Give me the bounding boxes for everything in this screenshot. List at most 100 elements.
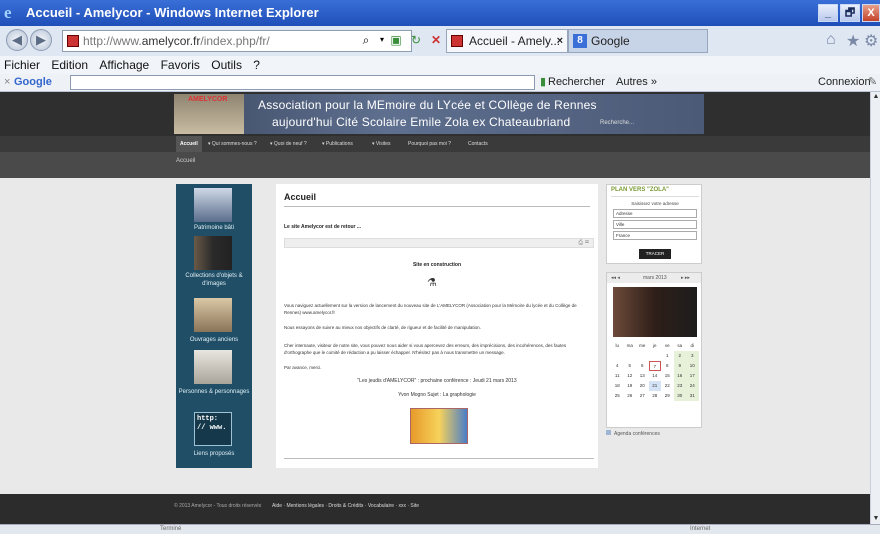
calendar-day[interactable]: 31 — [686, 391, 699, 401]
google-search-input[interactable] — [70, 75, 535, 90]
sidebar-item-patrimoine[interactable]: Patrimoine bâti — [176, 224, 252, 232]
refresh-icon[interactable]: ↻ — [408, 32, 424, 48]
conference-poster[interactable] — [410, 408, 468, 444]
calendar-day[interactable]: 3 — [686, 351, 699, 361]
calendar-day[interactable]: 28 — [649, 391, 662, 401]
calendar-day[interactable]: 11 — [611, 371, 624, 381]
menu-help[interactable]: ? — [253, 58, 260, 72]
sidebar-item-personnes[interactable]: Personnes & personnages — [176, 388, 252, 404]
books-icon[interactable] — [194, 298, 232, 332]
google-tab-icon: 8 — [573, 34, 587, 48]
tools-gear-icon[interactable]: ⚙ — [864, 31, 878, 51]
calendar-day[interactable]: 7 — [648, 361, 661, 371]
plan-city-field[interactable]: Ville — [613, 220, 697, 229]
restore-button[interactable]: 🗗 — [840, 4, 860, 22]
calendar-day[interactable]: 30 — [673, 391, 686, 401]
menu-bar: Fichier Edition Affichage Favoris Outils… — [0, 56, 880, 74]
http-link-icon[interactable]: http: // www. — [194, 412, 232, 446]
calendar-day[interactable]: 15 — [661, 371, 674, 381]
weekday-label: je — [652, 343, 657, 348]
plan-country-field[interactable]: France — [613, 231, 697, 240]
menu-affichage[interactable]: Affichage — [99, 58, 149, 72]
close-window-button[interactable]: X — [862, 4, 880, 22]
minimize-button[interactable]: _ — [818, 4, 838, 22]
calendar-day[interactable]: 2 — [673, 351, 686, 361]
calendar-day[interactable]: 26 — [624, 391, 637, 401]
menu-fichier[interactable]: Fichier — [4, 58, 40, 72]
home-icon[interactable]: ⌂ — [826, 31, 836, 49]
search-icon[interactable]: ⌕ — [358, 32, 374, 48]
calendar-day[interactable]: 25 — [611, 391, 624, 401]
statue-icon[interactable] — [194, 350, 232, 384]
nav-quoi-de-neuf[interactable]: ▾ Quoi de neuf ? — [270, 136, 307, 152]
calendar-day[interactable]: 13 — [636, 371, 649, 381]
weekday-label: me — [639, 343, 646, 348]
plan-trace-button[interactable]: TRACER — [639, 249, 671, 259]
calendar-prev-icon[interactable]: ◂◂ ◂ — [611, 273, 620, 283]
footer-links[interactable]: Aide · Mentions légales · Droits & Crédi… — [272, 503, 419, 509]
tab-google[interactable]: 8 Google — [568, 29, 708, 53]
tab-accueil[interactable]: Accueil - Amely... × — [446, 29, 568, 53]
scroll-up-arrow-icon[interactable]: ▲ — [871, 92, 880, 102]
calendar-day[interactable]: 5 — [624, 361, 637, 371]
calendar-day[interactable]: 17 — [686, 371, 699, 381]
toolbar-close-icon[interactable]: × — [4, 74, 10, 91]
google-search-button[interactable]: Rechercher — [548, 74, 605, 91]
calendar-day[interactable]: 20 — [636, 381, 649, 391]
nav-contacts[interactable]: Contacts — [468, 136, 488, 152]
paragraph-1: Vous naviguez actuellement sur la versio… — [284, 303, 577, 315]
calendar-day[interactable]: 10 — [686, 361, 699, 371]
calendar-day[interactable]: 18 — [611, 381, 624, 391]
print-email-icon[interactable]: ⎙ ✉ — [578, 239, 589, 248]
plan-title: PLAN VERS "ZOLA" — [611, 187, 670, 193]
tab-favicon-icon — [451, 35, 463, 47]
compat-view-icon[interactable]: ▣ — [388, 32, 404, 48]
nav-pourquoi-pas-moi[interactable]: Pourquoi pas moi ? — [408, 136, 451, 152]
weekday-label: di — [690, 343, 694, 348]
calendar-day[interactable]: 27 — [636, 391, 649, 401]
sidebar-item-liens[interactable]: Liens proposés — [176, 450, 252, 458]
forward-button[interactable]: ▶ — [30, 29, 52, 51]
calendar-day[interactable]: 12 — [624, 371, 637, 381]
weekday-label: ve — [664, 343, 670, 348]
scroll-down-arrow-icon[interactable]: ▼ — [871, 514, 880, 524]
vertical-scrollbar[interactable]: ▲ ▼ — [870, 92, 880, 524]
collection-icon[interactable] — [194, 236, 232, 270]
stop-icon[interactable]: ✕ — [428, 32, 444, 48]
plan-address-field[interactable]: Adresse — [613, 209, 697, 218]
building-icon[interactable] — [194, 188, 232, 222]
calendar-day[interactable]: 9 — [673, 361, 686, 371]
sidebar-item-ouvrages[interactable]: Ouvrages anciens — [176, 336, 252, 344]
site-nav: Accueil ▾ Qui sommes-nous ? ▾ Quoi de ne… — [0, 136, 880, 152]
calendar-day[interactable]: 16 — [673, 371, 686, 381]
tab-close-icon[interactable]: × — [557, 30, 563, 52]
calendar-day[interactable]: 6 — [636, 361, 649, 371]
calendar-day[interactable]: 22 — [661, 381, 674, 391]
calendar-day[interactable]: 29 — [661, 391, 674, 401]
calendar-next-icon[interactable]: ▸ ▸▸ — [681, 273, 690, 283]
menu-edition[interactable]: Edition — [51, 58, 88, 72]
menu-outils[interactable]: Outils — [211, 58, 242, 72]
favorites-star-icon[interactable]: ★ — [846, 31, 860, 51]
site-search-input[interactable]: Recherche... — [600, 120, 634, 126]
calendar-day[interactable]: 19 — [624, 381, 637, 391]
calendar-day[interactable]: 8 — [661, 361, 674, 371]
back-button[interactable]: ◀ — [6, 29, 28, 51]
menu-favoris[interactable]: Favoris — [161, 58, 200, 72]
wrench-icon[interactable]: ✎ — [868, 74, 877, 91]
calendar-day[interactable]: 24 — [686, 381, 699, 391]
calendar-day[interactable]: 1 — [661, 351, 674, 361]
banner-subtitle: aujourd'hui Cité Scolaire Emile Zola ex … — [272, 115, 571, 129]
calendar-legend[interactable]: Agenda conférences — [606, 430, 660, 437]
nav-visites[interactable]: ▾ Visites — [372, 136, 391, 152]
calendar-day[interactable]: 21 — [648, 381, 661, 391]
nav-publications[interactable]: ▾ Publications — [322, 136, 353, 152]
sidebar-item-collections[interactable]: Collections d'objets & d'images — [176, 272, 252, 288]
nav-qui-sommes-nous[interactable]: ▾ Qui sommes-nous ? — [208, 136, 257, 152]
calendar-day[interactable]: 14 — [649, 371, 662, 381]
calendar-day[interactable]: 4 — [611, 361, 624, 371]
calendar-day[interactable]: 23 — [673, 381, 686, 391]
google-login-link[interactable]: Connexion — [818, 74, 871, 91]
google-more-button[interactable]: Autres » — [616, 74, 657, 91]
nav-accueil[interactable]: Accueil — [176, 136, 202, 152]
